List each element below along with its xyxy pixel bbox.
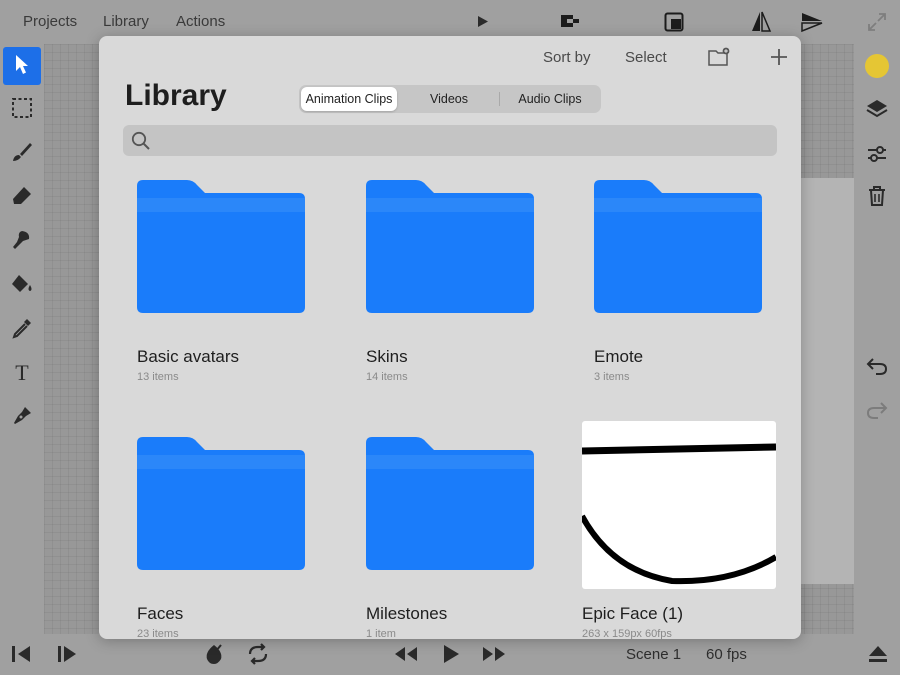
item-name: Emote: [594, 347, 644, 366]
search-bar: [123, 125, 777, 158]
step-forward-icon[interactable]: [56, 644, 78, 664]
marquee-tool[interactable]: [3, 91, 41, 129]
onion-skin-icon[interactable]: [202, 642, 226, 666]
fps-selector[interactable]: 60 fps: [706, 646, 747, 663]
marquee-select-icon: [11, 97, 33, 124]
fill-bucket-icon: [10, 273, 34, 300]
flip-horizontal-icon[interactable]: [750, 11, 772, 38]
item-name: Faces: [137, 604, 184, 623]
item-name: Skins: [366, 347, 408, 366]
item-name: Epic Face (1): [582, 604, 684, 623]
color-swatch-icon[interactable]: [864, 53, 890, 79]
tab-animation-clips[interactable]: Animation Clips: [301, 87, 397, 111]
item-meta: 3 items: [594, 371, 630, 383]
library-title: Library: [125, 79, 227, 112]
menu-actions[interactable]: Actions: [176, 13, 225, 30]
item-name: Milestones: [366, 604, 448, 623]
tab-divider: [499, 92, 500, 106]
item-name: Basic avatars: [137, 347, 240, 366]
rewind-icon[interactable]: [393, 644, 419, 664]
brush-tool[interactable]: [3, 135, 41, 173]
search-input[interactable]: [159, 125, 763, 158]
fill-tool[interactable]: [3, 267, 41, 305]
play-icon[interactable]: [441, 643, 461, 665]
brush-icon: [11, 141, 33, 168]
redo-icon[interactable]: [864, 397, 890, 423]
smudge-icon: [11, 229, 33, 256]
item-meta: 14 items: [366, 371, 408, 383]
library-tabs: Animation Clips Videos Audio Clips: [299, 85, 601, 113]
clip-logo-icon[interactable]: [559, 11, 581, 36]
eraser-icon: [11, 185, 33, 212]
bottom-bar: Scene 1 60 fps: [0, 634, 900, 675]
trash-icon[interactable]: [864, 183, 890, 209]
add-icon[interactable]: [770, 48, 788, 71]
fast-forward-icon[interactable]: [481, 644, 507, 664]
library-modal: Sort by Select Library Animation Clips V…: [99, 36, 801, 639]
right-toolbar: [854, 44, 900, 634]
item-meta: 13 items: [137, 371, 179, 383]
tab-videos[interactable]: Videos: [399, 87, 499, 111]
menu-projects[interactable]: Projects: [23, 13, 77, 30]
eyedropper-tool[interactable]: [3, 311, 41, 349]
eraser-tool[interactable]: [3, 179, 41, 217]
folder-icon: [366, 437, 534, 576]
pen-tool[interactable]: [3, 399, 41, 437]
folder-icon: [137, 437, 305, 576]
select-button[interactable]: Select: [625, 49, 667, 66]
eyedropper-icon: [11, 317, 33, 344]
layers-icon[interactable]: [864, 97, 890, 123]
eject-icon[interactable]: [867, 643, 889, 665]
folder-icon: [366, 180, 534, 319]
search-icon: [131, 131, 151, 156]
expand-icon[interactable]: [866, 11, 888, 38]
flip-vertical-icon[interactable]: [800, 11, 824, 38]
text-tool-icon: T: [11, 360, 33, 388]
new-folder-icon[interactable]: [707, 47, 731, 72]
folder-icon: [594, 180, 762, 319]
folder-icon: [137, 180, 305, 319]
text-tool[interactable]: T: [3, 355, 41, 393]
select-tool[interactable]: [3, 47, 41, 85]
step-backward-icon[interactable]: [10, 644, 32, 664]
clip-thumbnail: [579, 421, 778, 594]
loop-icon[interactable]: [246, 642, 270, 666]
frame-icon[interactable]: [664, 12, 684, 37]
scene-selector[interactable]: Scene 1: [626, 646, 681, 663]
left-toolbar: T: [0, 44, 44, 634]
play-icon[interactable]: [477, 15, 489, 33]
select-arrow-icon: [13, 53, 31, 80]
svg-text:T: T: [15, 361, 29, 383]
tab-audio-clips[interactable]: Audio Clips: [501, 87, 599, 111]
sort-by-button[interactable]: Sort by: [543, 49, 591, 66]
undo-icon[interactable]: [864, 353, 890, 379]
pen-tool-icon: [11, 405, 33, 432]
item-meta: 23 items: [137, 628, 179, 639]
item-meta: 1 item: [366, 628, 396, 639]
adjustments-icon[interactable]: [864, 141, 890, 167]
menu-library[interactable]: Library: [103, 13, 149, 30]
item-meta: 263 x 159px 60fps: [582, 628, 672, 639]
smudge-tool[interactable]: [3, 223, 41, 261]
